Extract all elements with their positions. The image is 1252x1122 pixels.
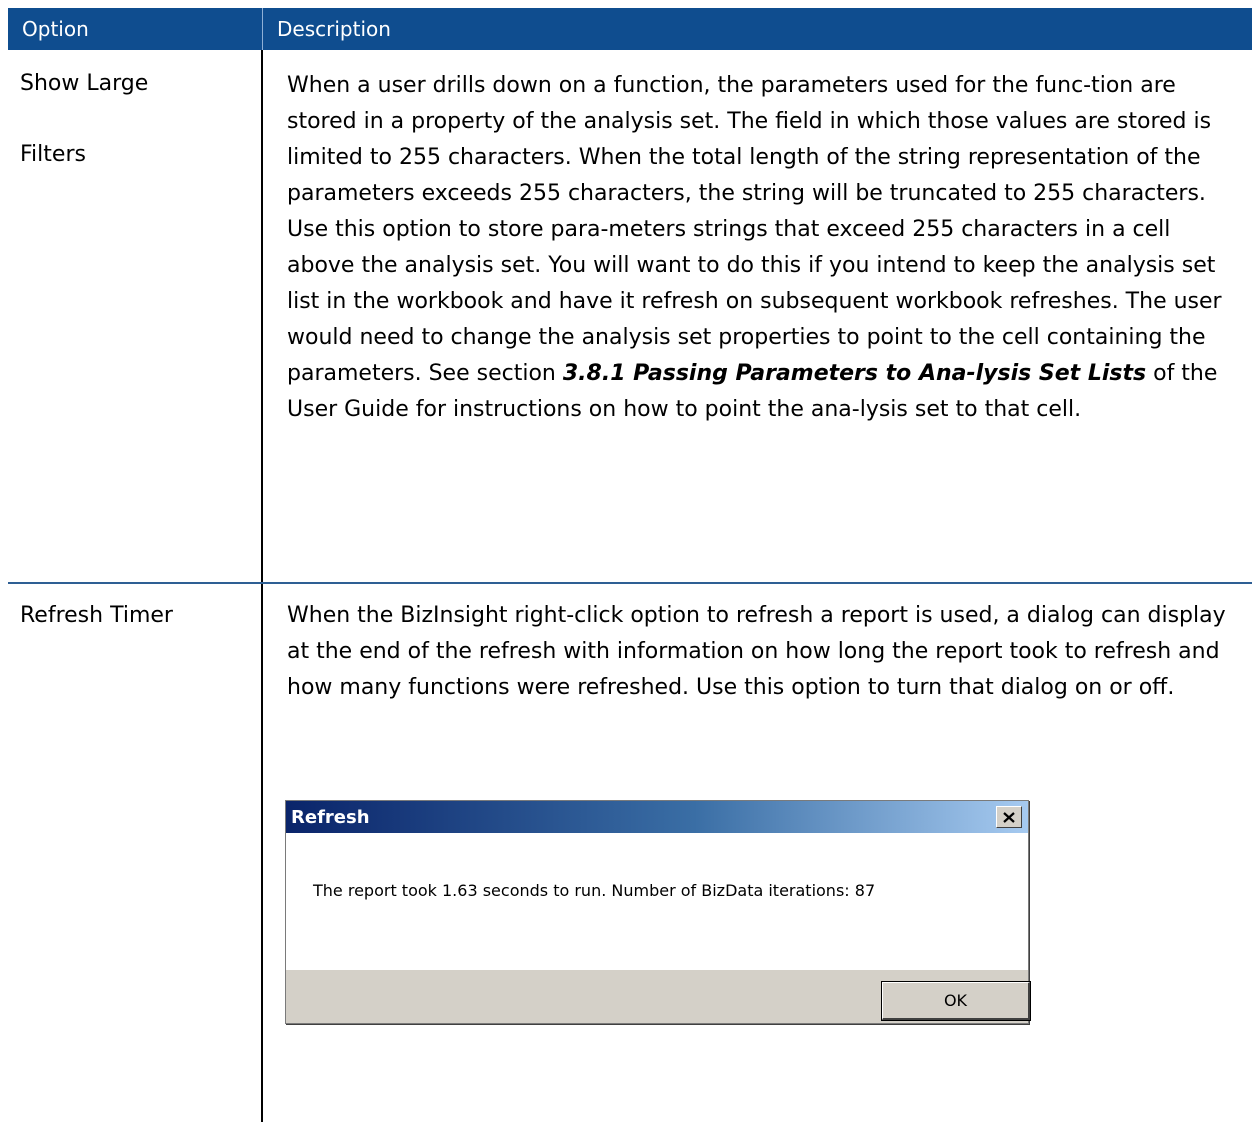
refresh-dialog-screenshot: Refresh The report took 1.63 seconds to … [285, 800, 1031, 1024]
table-header: Option Description [8, 8, 1252, 50]
dialog-message: The report took 1.63 seconds to run. Num… [313, 881, 876, 900]
dialog-title: Refresh [291, 806, 370, 828]
header-option: Option [8, 8, 263, 50]
option-name-line1: Show Large [20, 71, 149, 96]
description-text: When the BizInsight right-click option t… [287, 603, 1226, 700]
option-name: Refresh Timer [20, 603, 173, 628]
dialog-titlebar: Refresh [286, 801, 1028, 833]
table-row: Show Large Filters When a user drills do… [8, 50, 1252, 584]
dialog-footer: OK [286, 970, 1031, 1023]
ok-button[interactable]: OK [881, 981, 1031, 1021]
option-cell: Show Large Filters [8, 50, 263, 582]
section-reference: 3.8.1 Passing Parameters to Ana-lysis Se… [562, 361, 1147, 386]
header-description: Description [277, 17, 391, 41]
description-text: When a user drills down on a function, t… [287, 73, 1222, 386]
description-cell: When a user drills down on a function, t… [263, 50, 1252, 582]
dialog-body: The report took 1.63 seconds to run. Num… [286, 833, 1028, 970]
option-cell: Refresh Timer [8, 584, 263, 1122]
option-name-line2: Filters [20, 142, 86, 167]
close-button[interactable] [996, 806, 1022, 828]
close-icon [1003, 811, 1015, 823]
